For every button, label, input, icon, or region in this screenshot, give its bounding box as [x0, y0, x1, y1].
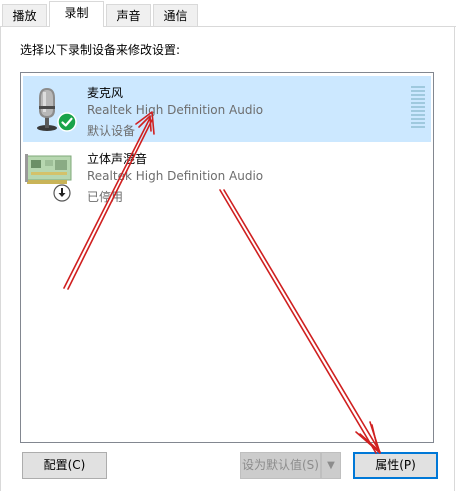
tab-bar: 播放 录制 声音 通信 — [0, 0, 456, 27]
device-status: 已停用 — [87, 190, 124, 204]
chevron-down-icon: ▼ — [327, 460, 335, 471]
tab-playback[interactable]: 播放 — [2, 4, 47, 26]
panel-border-right — [454, 26, 455, 491]
device-status: 默认设备 — [87, 124, 136, 138]
disabled-down-arrow-icon — [53, 184, 71, 202]
device-description: Realtek High Definition Audio — [87, 103, 264, 117]
device-item-stereo-mix[interactable]: 立体声混音 Realtek High Definition Audio 已停用 — [23, 142, 431, 208]
tab-sounds[interactable]: 声音 — [106, 4, 151, 26]
level-meter — [411, 86, 425, 130]
recording-device-list[interactable]: 麦克风 Realtek High Definition Audio 默认设备 立… — [20, 72, 434, 443]
device-description: Realtek High Definition Audio — [87, 169, 264, 183]
microphone-icon — [23, 76, 87, 142]
device-name: 立体声混音 — [87, 152, 148, 166]
instruction-label: 选择以下录制设备来修改设置: — [20, 43, 181, 57]
tab-recording[interactable]: 录制 — [49, 1, 104, 27]
properties-button[interactable]: 属性(P) — [353, 452, 438, 479]
sound-card-icon — [23, 142, 87, 208]
default-check-icon — [57, 112, 77, 132]
configure-button[interactable]: 配置(C) — [22, 452, 107, 479]
device-name: 麦克风 — [87, 86, 124, 100]
set-default-button[interactable]: 设为默认值(S) — [240, 452, 321, 479]
panel-border-left — [0, 26, 1, 491]
tab-communications[interactable]: 通信 — [153, 4, 198, 26]
sound-dialog-recording-tab: 播放 录制 声音 通信 选择以下录制设备来修改设置: 麦克风 Realtek H… — [0, 0, 456, 491]
set-default-dropdown-arrow[interactable]: ▼ — [321, 452, 341, 479]
device-item-microphone[interactable]: 麦克风 Realtek High Definition Audio 默认设备 — [23, 76, 431, 142]
